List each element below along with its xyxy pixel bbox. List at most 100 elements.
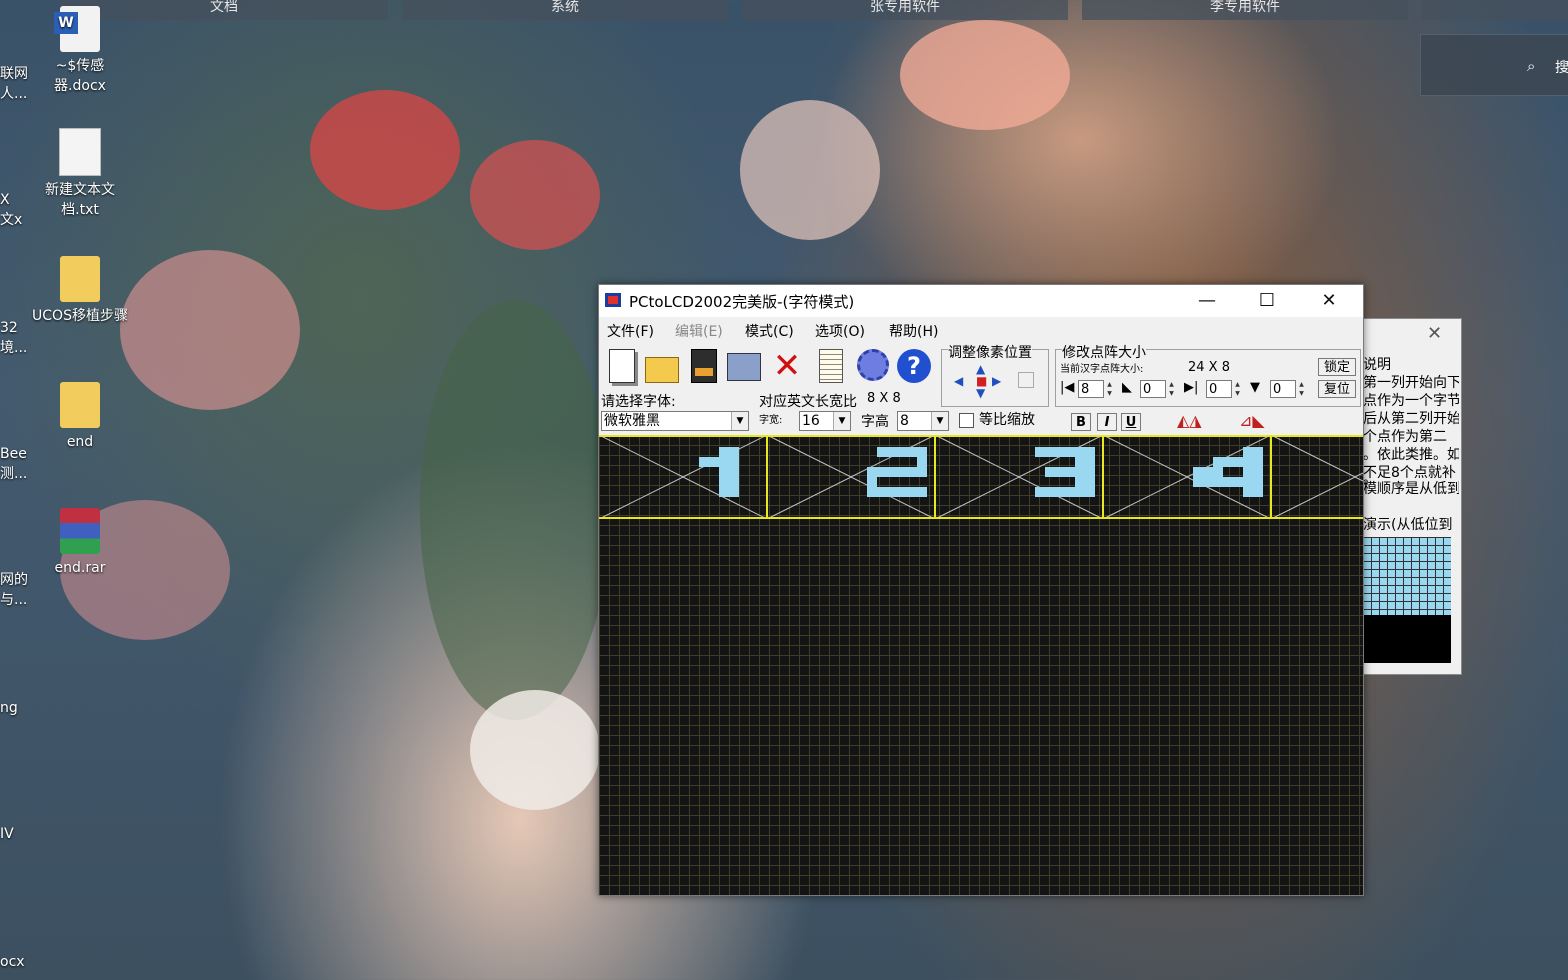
desktop-edge-label[interactable]: 网的与...: [0, 570, 28, 610]
desktop-icon-sensor-doc[interactable]: W ~$传感器.docx: [32, 6, 128, 96]
help-window[interactable]: ✕ 说明 第一列开始向下 点作为一个字节 后从第二列开始 个点作为第二 。依此类…: [1360, 318, 1462, 675]
matrix-size-panel: 修改点阵大小 当前汉字点阵大小: 24 X 8 锁定 复位 |◀ 8 ▲ ▼ ◣ …: [1055, 342, 1361, 407]
wallpaper-flower: [120, 250, 300, 410]
close-icon[interactable]: ✕: [1427, 323, 1442, 344]
delete-icon[interactable]: ✕: [769, 347, 805, 385]
wallpaper-flower: [470, 140, 600, 250]
font-width-dropdown[interactable]: 16 ▼: [799, 411, 851, 431]
notes-icon[interactable]: [813, 347, 849, 385]
taskbar-tab-li[interactable]: 李专用软件: [1082, 0, 1408, 20]
menu-bar: 文件(F) 编辑(E) 模式(C) 选项(O) 帮助(H): [599, 319, 1363, 341]
desktop-edge-label[interactable]: 32境...: [0, 318, 28, 358]
bottom-margin-input[interactable]: 0: [1270, 380, 1296, 398]
italic-button[interactable]: I: [1097, 413, 1117, 431]
arrow-down-icon[interactable]: ▼: [976, 386, 985, 400]
bold-button[interactable]: B: [1071, 413, 1091, 431]
desktop-icon-end-folder[interactable]: end: [32, 382, 128, 452]
font-height-dropdown[interactable]: 8 ▼: [897, 411, 949, 431]
reset-button[interactable]: 复位: [1318, 380, 1356, 398]
left-margin-input[interactable]: 8: [1078, 380, 1104, 398]
wallpaper-flower: [900, 20, 1070, 130]
expand-right-icon[interactable]: ▶|: [1184, 380, 1198, 395]
top-margin-input[interactable]: 0: [1140, 380, 1166, 398]
maximize-button[interactable]: ☐: [1237, 285, 1297, 317]
row-selection-highlight: [599, 435, 1363, 519]
help-icon[interactable]: ?: [895, 347, 931, 385]
menu-options[interactable]: 选项(O): [815, 321, 865, 341]
new-icon[interactable]: [603, 347, 639, 385]
chevron-down-icon[interactable]: ▼: [931, 412, 948, 430]
word-doc-icon: W: [54, 6, 100, 52]
pctolcd-window[interactable]: PCtoLCD2002完美版-(字符模式) — ☐ ✕ 文件(F) 编辑(E) …: [598, 284, 1364, 896]
expand-left-icon[interactable]: |◀: [1060, 380, 1074, 395]
font-dropdown[interactable]: 微软雅黑 ▼: [601, 411, 749, 431]
desktop-icon-label: 新建文本文档.txt: [45, 182, 115, 218]
help-text-line: 点作为一个字节: [1363, 393, 1459, 409]
desktop-edge-label[interactable]: Bee测...: [0, 444, 28, 484]
desktop-icon-label: ~$传感器.docx: [54, 58, 106, 94]
desktop-edge-label[interactable]: IV: [0, 824, 14, 844]
app-icon: [605, 293, 621, 307]
wallpaper-leaves: [420, 300, 610, 720]
menu-edit[interactable]: 编辑(E): [675, 321, 723, 341]
desktop-icon-new-text[interactable]: 新建文本文档.txt: [32, 128, 128, 220]
chevron-down-icon[interactable]: ▼: [731, 412, 748, 430]
save-icon[interactable]: [685, 347, 721, 385]
generate-icon[interactable]: [725, 347, 761, 385]
font-width-label: 字宽:: [759, 415, 783, 426]
top-margin-spinner[interactable]: ▲ ▼: [1167, 380, 1176, 398]
current-size-label: 当前汉字点阵大小:: [1060, 364, 1144, 375]
desktop-edge-label[interactable]: X 文x: [0, 190, 28, 230]
taskbar-tab-extra[interactable]: [1422, 0, 1568, 20]
folder-icon: [60, 256, 100, 302]
folder-icon: [60, 382, 100, 428]
underline-button[interactable]: U: [1121, 413, 1141, 431]
settings-gear-icon[interactable]: [855, 347, 891, 385]
close-button[interactable]: ✕: [1299, 285, 1359, 317]
chevron-down-icon[interactable]: ▼: [833, 412, 850, 430]
desktop-icon-ucos[interactable]: UCOS移植步骤: [32, 256, 128, 326]
desktop-edge-label[interactable]: ocx: [0, 952, 25, 972]
proportional-label: 等比缩放: [979, 412, 1035, 428]
help-text-line: 后从第二列开始: [1363, 411, 1459, 427]
title-bar[interactable]: PCtoLCD2002完美版-(字符模式) — ☐ ✕: [599, 285, 1363, 317]
taskbar-tab-zhang[interactable]: 张专用软件: [742, 0, 1068, 20]
right-margin-spinner[interactable]: ▲ ▼: [1233, 380, 1242, 398]
winrar-archive-icon: [60, 508, 100, 554]
flip-horizontal-icon[interactable]: ◭◮: [1177, 411, 1202, 430]
desktop-icon-end-rar[interactable]: end.rar: [32, 508, 128, 578]
search-label: 搜: [1555, 60, 1568, 76]
adjust-pixel-panel: 调整像素位置 ▲ ◀ ■ ▶ ▼: [941, 342, 1049, 407]
arrow-right-icon[interactable]: ▶: [992, 374, 1001, 388]
wallpaper-bouquet-wrap: [470, 690, 600, 810]
left-margin-spinner[interactable]: ▲ ▼: [1105, 380, 1114, 398]
desktop-edge-label[interactable]: 联网人...: [0, 64, 28, 104]
expand-top-icon[interactable]: ◣: [1122, 380, 1132, 395]
font-height-value: 8: [900, 413, 909, 429]
proportional-checkbox[interactable]: [959, 413, 974, 428]
menu-help[interactable]: 帮助(H): [889, 321, 938, 341]
wallpaper-flower: [740, 100, 880, 240]
taskbar-tab-system[interactable]: 系统: [402, 0, 728, 20]
ratio-label: 对应英文长宽比: [759, 394, 857, 410]
adjust-pixel-label: 调整像素位置: [948, 342, 1032, 362]
minimize-button[interactable]: —: [1177, 285, 1237, 317]
help-text-line: 第一列开始向下: [1363, 375, 1459, 391]
flip-vertical-icon[interactable]: ⊿◣: [1239, 411, 1265, 430]
search-box[interactable]: ⌕ 搜: [1420, 34, 1568, 96]
menu-file[interactable]: 文件(F): [607, 321, 654, 341]
desktop-edge-label[interactable]: ng: [0, 698, 18, 718]
expand-bottom-icon[interactable]: ▼: [1250, 380, 1260, 395]
ratio-value: 8 X 8: [867, 391, 901, 406]
lock-button[interactable]: 锁定: [1318, 358, 1356, 376]
demo-matrix: [1363, 537, 1451, 663]
text-file-icon: [59, 128, 101, 176]
open-icon[interactable]: [643, 347, 679, 385]
bottom-margin-spinner[interactable]: ▲ ▼: [1297, 380, 1306, 398]
font-select-label: 请选择字体:: [601, 394, 676, 410]
menu-mode[interactable]: 模式(C): [745, 321, 794, 341]
arrow-left-icon[interactable]: ◀: [954, 374, 963, 388]
demo-label: 演示(从低位到: [1363, 517, 1453, 533]
right-margin-input[interactable]: 0: [1206, 380, 1232, 398]
help-text-line: 个点作为第二: [1363, 429, 1447, 445]
